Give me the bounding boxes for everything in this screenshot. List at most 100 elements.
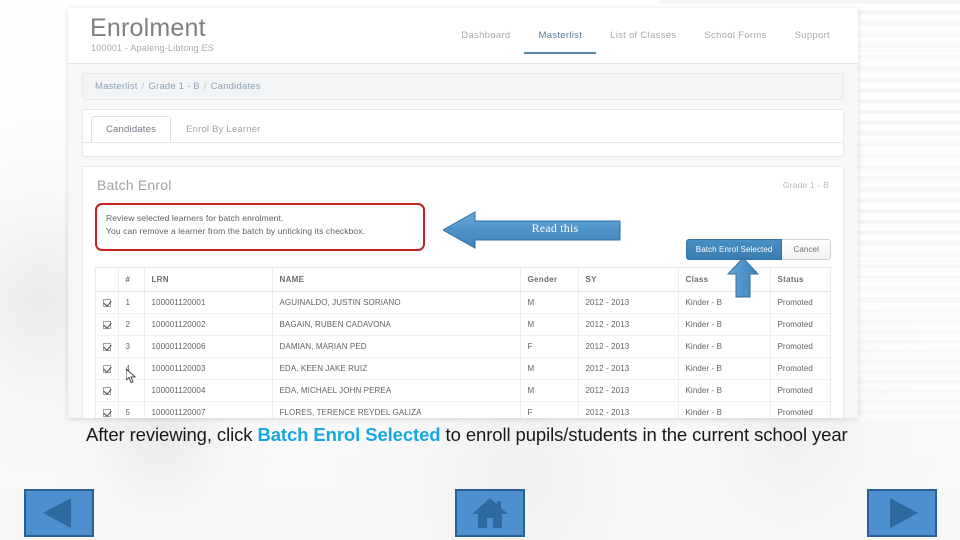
row-status: Promoted <box>770 335 830 358</box>
row-gender: M <box>520 379 579 402</box>
breadcrumb-item-grade[interactable]: Grade 1 - B <box>149 81 200 92</box>
button-pointer-callout <box>726 257 760 298</box>
row-checkbox-cell[interactable] <box>96 379 119 402</box>
checkbox-checked-icon[interactable] <box>103 386 111 395</box>
up-arrow-icon <box>726 257 760 298</box>
caption-part-1: After reviewing, click <box>86 424 258 445</box>
breadcrumb-item-masterlist[interactable]: Masterlist <box>95 81 138 92</box>
breadcrumb: Masterlist / Grade 1 - B / Candidates <box>82 73 844 100</box>
row-sy: 2012 - 2013 <box>578 335 679 358</box>
home-slide-button[interactable] <box>455 489 525 537</box>
panel-grade-label: Grade 1 - B <box>782 180 829 190</box>
right-triangle-icon <box>890 498 918 528</box>
row-number: 2 <box>118 313 145 336</box>
header-number: # <box>118 268 145 292</box>
next-slide-button[interactable] <box>867 489 937 537</box>
row-gender: M <box>520 357 579 380</box>
read-this-label: Read this <box>531 221 579 235</box>
table-row[interactable]: 2 100001120002 BAGAIN, RUBEN CADAVONA M 2012… <box>96 313 830 336</box>
table-row[interactable]: 5 100001120007 FLORES, TERENCE REYDEL GALI… <box>96 401 830 418</box>
row-class: Kinder - B <box>678 313 771 336</box>
row-gender: M <box>520 291 579 314</box>
row-lrn: 100001120001 <box>144 291 273 314</box>
caption-part-2: to enroll pupils/students in the current… <box>440 424 848 445</box>
row-status: Promoted <box>770 357 830 380</box>
row-gender: F <box>520 335 579 358</box>
row-status: Promoted <box>770 291 830 314</box>
row-class: Kinder - B <box>678 401 771 418</box>
candidates-table-container: # LRN NAME Gender SY Class Status 1 10000… <box>95 267 831 418</box>
nav-item-school-forms[interactable]: School Forms <box>690 24 780 54</box>
nav-item-list-of-classes[interactable]: List of Classes <box>596 24 690 54</box>
nav-item-masterlist[interactable]: Masterlist <box>524 24 597 54</box>
instruction-line-1: Review selected learners for batch enrol… <box>106 213 284 223</box>
row-lrn: 100001120003 <box>144 357 273 380</box>
row-checkbox-cell[interactable] <box>96 313 119 336</box>
header-lrn: LRN <box>144 268 273 292</box>
row-sy: 2012 - 2013 <box>578 379 679 402</box>
left-triangle-icon <box>43 498 71 528</box>
row-checkbox-cell[interactable] <box>96 401 119 418</box>
row-number <box>118 379 145 402</box>
row-number: 1 <box>118 291 145 314</box>
breadcrumb-separator-2: / <box>203 81 207 92</box>
row-sy: 2012 - 2013 <box>578 357 679 380</box>
slide-canvas: Enrolment 100001 - Apaleng-Libtong ES Da… <box>0 0 960 540</box>
row-class: Kinder - B <box>678 357 771 380</box>
nav-item-support[interactable]: Support <box>781 24 844 54</box>
row-checkbox-cell[interactable] <box>96 291 119 314</box>
row-status: Promoted <box>770 401 830 418</box>
row-sy: 2012 - 2013 <box>578 313 679 336</box>
table-row[interactable]: 1 100001120001 AGUINALDO, JUSTIN SORIANO M 2… <box>96 291 830 314</box>
tab-enrol-by-learner[interactable]: Enrol By Learner <box>171 116 276 143</box>
table-row[interactable]: 3 100001120006 DAMIAN, MARIAN PED F 2012 - 2… <box>96 335 830 358</box>
home-icon <box>472 498 508 528</box>
breadcrumb-separator: / <box>141 81 145 92</box>
tab-strip: Candidates Enrol By Learner <box>83 110 843 143</box>
checkbox-checked-icon[interactable] <box>103 408 111 417</box>
checkbox-checked-icon[interactable] <box>103 320 111 329</box>
page-title: Enrolment <box>90 14 206 42</box>
row-gender: F <box>520 401 579 418</box>
app-header: Enrolment 100001 - Apaleng-Libtong ES Da… <box>68 8 858 64</box>
header-checkbox <box>96 268 119 292</box>
row-sy: 2012 - 2013 <box>578 291 679 314</box>
row-name: FLORES, TERENCE REYDEL GALIZA <box>272 401 521 418</box>
row-checkbox-cell[interactable] <box>96 335 119 358</box>
candidates-table: # LRN NAME Gender SY Class Status 1 10000… <box>96 268 830 418</box>
nav-item-dashboard[interactable]: Dashboard <box>447 24 524 54</box>
breadcrumb-item-candidates: Candidates <box>210 81 261 92</box>
slide-caption: After reviewing, click Batch Enrol Selec… <box>86 422 896 448</box>
checkbox-checked-icon[interactable] <box>103 298 111 307</box>
table-row[interactable]: 4 100001120003 EDA, KEEN JAKE RUIZ M 2012 - … <box>96 357 830 380</box>
row-class: Kinder - B <box>678 335 771 358</box>
tab-candidates[interactable]: Candidates <box>91 116 172 143</box>
tab-card: Candidates Enrol By Learner <box>82 109 844 157</box>
row-lrn: 100001120006 <box>144 335 273 358</box>
tab-underline <box>83 142 843 143</box>
row-status: Promoted <box>770 379 830 402</box>
checkbox-checked-icon[interactable] <box>103 364 111 373</box>
row-number: 4 <box>118 357 145 380</box>
table-row[interactable]: 100001120004 EDA, MICHAEL JOHN PEREA M 2012… <box>96 379 830 402</box>
header-gender: Gender <box>520 268 579 292</box>
row-sy: 2012 - 2013 <box>578 401 679 418</box>
row-lrn: 100001120002 <box>144 313 273 336</box>
checkbox-checked-icon[interactable] <box>103 342 111 351</box>
row-number: 3 <box>118 335 145 358</box>
header-name: NAME <box>272 268 521 292</box>
row-gender: M <box>520 313 579 336</box>
table-header-row: # LRN NAME Gender SY Class Status <box>96 268 830 292</box>
main-navigation: Dashboard Masterlist List of Classes Sch… <box>447 24 844 54</box>
row-number: 5 <box>118 401 145 418</box>
cancel-button[interactable]: Cancel <box>782 239 831 260</box>
row-class: Kinder - B <box>678 379 771 402</box>
school-identifier: 100001 - Apaleng-Libtong ES <box>91 43 214 53</box>
row-name: EDA, MICHAEL JOHN PEREA <box>272 379 521 402</box>
row-name: EDA, KEEN JAKE RUIZ <box>272 357 521 380</box>
row-checkbox-cell[interactable] <box>96 357 119 380</box>
read-this-callout: Read this <box>441 211 621 249</box>
previous-slide-button[interactable] <box>24 489 94 537</box>
batch-enrol-selected-button[interactable]: Batch Enrol Selected <box>685 239 783 260</box>
row-status: Promoted <box>770 313 830 336</box>
